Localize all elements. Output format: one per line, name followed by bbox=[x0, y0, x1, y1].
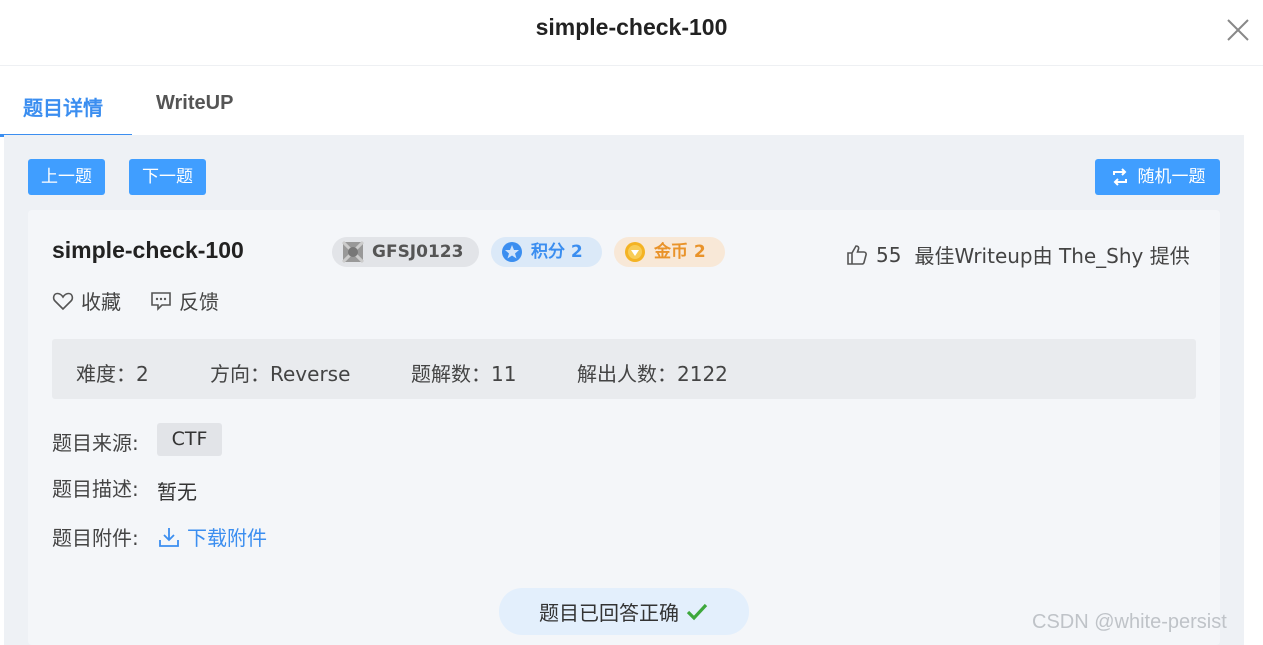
score-icon bbox=[502, 242, 522, 262]
writeups-stat: 题解数：11 bbox=[411, 362, 517, 386]
challenge-id-badge: GFSJ0123 bbox=[332, 237, 479, 267]
likes-area: 55 最佳Writeup由 The_Shy 提供 bbox=[846, 240, 1190, 269]
close-icon[interactable] bbox=[1224, 16, 1252, 44]
difficulty-stat: 难度：2 bbox=[76, 362, 149, 386]
download-label: 下载附件 bbox=[187, 526, 267, 550]
repeat-icon bbox=[1112, 168, 1127, 186]
description-value: 暂无 bbox=[157, 480, 197, 504]
feedback-button[interactable]: 反馈 bbox=[150, 286, 219, 315]
download-attachment-link[interactable]: 下载附件 bbox=[157, 522, 267, 551]
id-badge-icon bbox=[342, 241, 364, 263]
coin-value: 金币 2 bbox=[654, 242, 706, 262]
solved-status-badge: 题目已回答正确 bbox=[499, 588, 749, 635]
challenge-title: simple-check-100 bbox=[52, 237, 244, 263]
prev-button[interactable]: 上一题 bbox=[28, 159, 105, 195]
check-icon bbox=[686, 603, 708, 620]
score-value: 积分 2 bbox=[531, 242, 583, 262]
source-tag: CTF bbox=[157, 423, 222, 456]
tab-writeup[interactable]: WriteUP bbox=[156, 92, 233, 115]
source-label: 题目来源: bbox=[52, 431, 139, 455]
favorite-button[interactable]: 收藏 bbox=[52, 286, 121, 315]
watermark: CSDN @white-persist bbox=[1032, 611, 1227, 633]
dialog-title: simple-check-100 bbox=[535, 14, 728, 40]
coin-badge: 金币 2 bbox=[614, 237, 725, 267]
tab-bar: 题目详情 WriteUP bbox=[0, 66, 1263, 138]
coin-icon bbox=[625, 242, 645, 262]
challenge-id: GFSJ0123 bbox=[372, 242, 464, 262]
dialog-header: simple-check-100 bbox=[0, 0, 1263, 66]
solvers-stat: 解出人数：2122 bbox=[577, 362, 728, 386]
thumbs-up-icon[interactable] bbox=[846, 244, 868, 266]
solved-status-text: 题目已回答正确 bbox=[539, 601, 679, 625]
random-button[interactable]: 随机一题 bbox=[1095, 159, 1220, 195]
likes-count: 55 bbox=[876, 242, 902, 267]
description-label: 题目描述: bbox=[52, 477, 139, 501]
random-button-label: 随机一题 bbox=[1137, 167, 1206, 187]
tab-details[interactable]: 题目详情 bbox=[23, 92, 103, 121]
best-writeup-credit: 最佳Writeup由 The_Shy 提供 bbox=[914, 244, 1190, 268]
attachment-label: 题目附件: bbox=[52, 526, 139, 550]
next-button[interactable]: 下一题 bbox=[129, 159, 206, 195]
stats-bar: 难度：2 方向：Reverse 题解数：11 解出人数：2122 bbox=[52, 339, 1196, 399]
direction-stat: 方向：Reverse bbox=[210, 362, 351, 386]
feedback-label: 反馈 bbox=[179, 290, 219, 314]
download-icon bbox=[159, 527, 179, 547]
heart-icon bbox=[52, 292, 74, 310]
comment-icon bbox=[151, 291, 171, 311]
favorite-label: 收藏 bbox=[81, 290, 121, 314]
score-badge: 积分 2 bbox=[491, 237, 602, 267]
